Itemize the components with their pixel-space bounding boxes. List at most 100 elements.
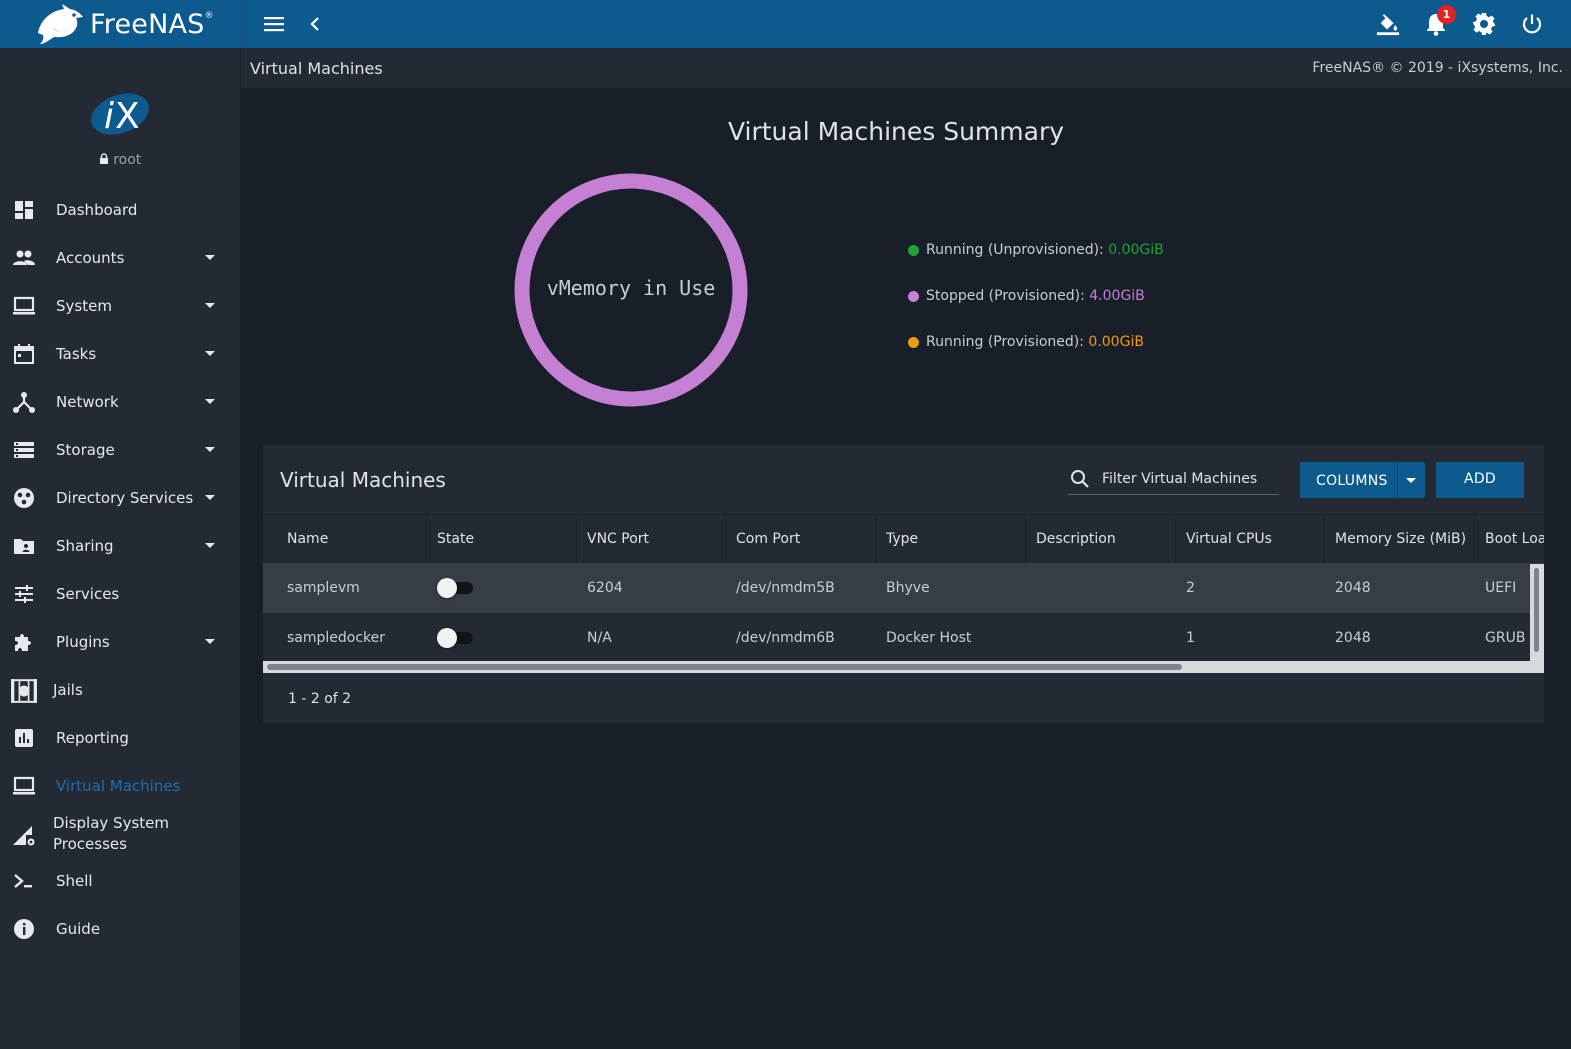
- vmemory-donut-chart: vMemory in Use: [514, 173, 748, 407]
- sidebar-item-accounts[interactable]: Accounts: [0, 234, 240, 282]
- filter-input[interactable]: [1100, 467, 1279, 491]
- hamburger-menu-icon[interactable]: [263, 12, 287, 36]
- legend-value: 4.00GiB: [1089, 288, 1145, 304]
- sidebar-item-system[interactable]: System: [0, 282, 240, 330]
- paint-bucket-icon[interactable]: [1376, 12, 1400, 36]
- column-header-virtual-cpus[interactable]: Virtual CPUs: [1175, 515, 1325, 564]
- state-toggle[interactable]: [437, 628, 473, 648]
- sidebar-item-label: Shell: [56, 872, 93, 890]
- chevron-down-icon: [205, 639, 215, 644]
- cell-vcpus: 2: [1186, 580, 1195, 596]
- sidebar-item-sharing[interactable]: Sharing: [0, 522, 240, 570]
- chevron-down-icon: [205, 351, 215, 356]
- column-header-name[interactable]: Name: [263, 515, 427, 564]
- sidebar-item-label: Display System Processes: [53, 814, 169, 853]
- add-button[interactable]: ADD: [1436, 462, 1524, 498]
- sidebar-item-dashboard[interactable]: Dashboard: [0, 186, 240, 234]
- column-header-vnc-port[interactable]: VNC Port: [576, 515, 726, 564]
- sidebar-item-display-system-processes[interactable]: Display System Processes: [0, 808, 240, 860]
- sidebar-item-guide[interactable]: Guide: [0, 905, 240, 953]
- cell-boot: GRUB: [1485, 630, 1526, 646]
- legend-label: Running (Provisioned):: [926, 334, 1084, 350]
- chevron-down-icon: [205, 447, 215, 452]
- sidebar: i X root Dashboard Accounts System Tasks…: [0, 48, 240, 1049]
- ix-logo: i X: [91, 93, 149, 137]
- card-title: Virtual Machines: [280, 468, 446, 492]
- sidebar-item-tasks[interactable]: Tasks: [0, 330, 240, 378]
- network-icon: [13, 392, 35, 413]
- chevron-down-icon: [205, 255, 215, 260]
- sliders-icon: [15, 585, 33, 603]
- svg-text:X: X: [115, 96, 140, 137]
- sidebar-item-label: Network: [56, 393, 119, 411]
- sidebar-item-services[interactable]: Services: [0, 570, 240, 618]
- sidebar-item-shell[interactable]: Shell: [0, 857, 240, 905]
- column-header-memory-size[interactable]: Memory Size (MiB): [1324, 515, 1474, 564]
- chevron-left-icon[interactable]: [303, 12, 327, 36]
- cell-description: [1025, 613, 1036, 663]
- sidebar-item-network[interactable]: Network: [0, 378, 240, 426]
- brand-logo[interactable]: FreeNAS®: [0, 0, 241, 48]
- column-header-description[interactable]: Description: [1025, 515, 1175, 564]
- columns-button[interactable]: COLUMNS: [1300, 462, 1425, 498]
- filter-field: [1068, 463, 1279, 495]
- donut-label: vMemory in Use: [547, 276, 716, 300]
- chevron-down-icon: [205, 399, 215, 404]
- sidebar-item-label: Accounts: [56, 249, 125, 267]
- terminal-icon: [14, 874, 32, 888]
- storage-icon: [14, 442, 34, 458]
- people-icon: [13, 250, 35, 265]
- column-header-com-port[interactable]: Com Port: [725, 515, 875, 564]
- chevron-down-icon: [205, 495, 215, 500]
- vertical-scrollbar[interactable]: [1530, 564, 1544, 673]
- jail-icon: [11, 679, 37, 703]
- sidebar-item-storage[interactable]: Storage: [0, 426, 240, 474]
- table-row[interactable]: sampledocker N/A /dev/nmdm6B Docker Host…: [263, 613, 1544, 663]
- calendar-icon: [14, 344, 34, 364]
- vm-table: Name State VNC Port Com Port Type Descri…: [263, 514, 1544, 674]
- column-header-boot-loader[interactable]: Boot Loader Type: [1474, 515, 1544, 564]
- bar-chart-icon: [15, 729, 33, 747]
- sidebar-item-plugins[interactable]: Plugins: [0, 618, 240, 666]
- scrollbar-thumb[interactable]: [267, 664, 1182, 670]
- cell-boot: UEFI: [1485, 580, 1517, 596]
- sidebar-item-jails[interactable]: Jails: [0, 666, 240, 714]
- page-title: Virtual Machines: [250, 59, 383, 78]
- sidebar-item-label: Jails: [53, 681, 83, 699]
- state-toggle[interactable]: [437, 578, 473, 598]
- svg-text:i: i: [104, 96, 114, 137]
- cell-com-port: /dev/nmdm5B: [736, 580, 835, 596]
- top-toolbar: FreeNAS® 1: [0, 0, 1571, 48]
- lock-icon: [99, 153, 108, 164]
- cell-name: sampledocker: [287, 630, 386, 646]
- horizontal-scrollbar[interactable]: [263, 661, 1530, 673]
- sidebar-item-label: Plugins: [56, 633, 110, 651]
- cell-description: [1025, 563, 1036, 613]
- chevron-down-icon[interactable]: [1406, 478, 1416, 483]
- scrollbar-thumb[interactable]: [1534, 568, 1539, 652]
- freenas-shark-icon: [38, 4, 83, 44]
- sidebar-item-reporting[interactable]: Reporting: [0, 714, 240, 762]
- columns-button-label: COLUMNS: [1316, 473, 1388, 489]
- puzzle-icon: [15, 634, 31, 651]
- sidebar-item-label: Reporting: [56, 729, 129, 747]
- gear-icon[interactable]: [1472, 12, 1496, 36]
- vm-table-card: Virtual Machines COLUMNS ADD Name State …: [263, 445, 1544, 723]
- sidebar-item-virtual-machines[interactable]: Virtual Machines: [0, 762, 240, 810]
- power-icon[interactable]: [1520, 12, 1544, 36]
- column-header-type[interactable]: Type: [875, 515, 1025, 564]
- cell-memory: 2048: [1335, 630, 1371, 646]
- username: root: [113, 152, 142, 168]
- legend-dot: [908, 336, 919, 348]
- dashboard-icon: [15, 201, 33, 219]
- legend-item-running-unprovisioned: Running (Unprovisioned): 0.00GiB: [908, 240, 1164, 260]
- toggle-knob: [437, 578, 457, 598]
- sidebar-item-label: System: [56, 297, 112, 315]
- sidebar-item-label: Services: [56, 585, 120, 603]
- sidebar-item-directory-services[interactable]: Directory Services: [0, 474, 240, 522]
- folder-share-icon: [14, 539, 34, 554]
- column-header-state[interactable]: State: [426, 515, 576, 564]
- cell-memory: 2048: [1335, 580, 1371, 596]
- table-row[interactable]: samplevm 6204 /dev/nmdm5B Bhyve 2 2048 U…: [263, 563, 1544, 613]
- notification-count-badge: 1: [1437, 5, 1456, 24]
